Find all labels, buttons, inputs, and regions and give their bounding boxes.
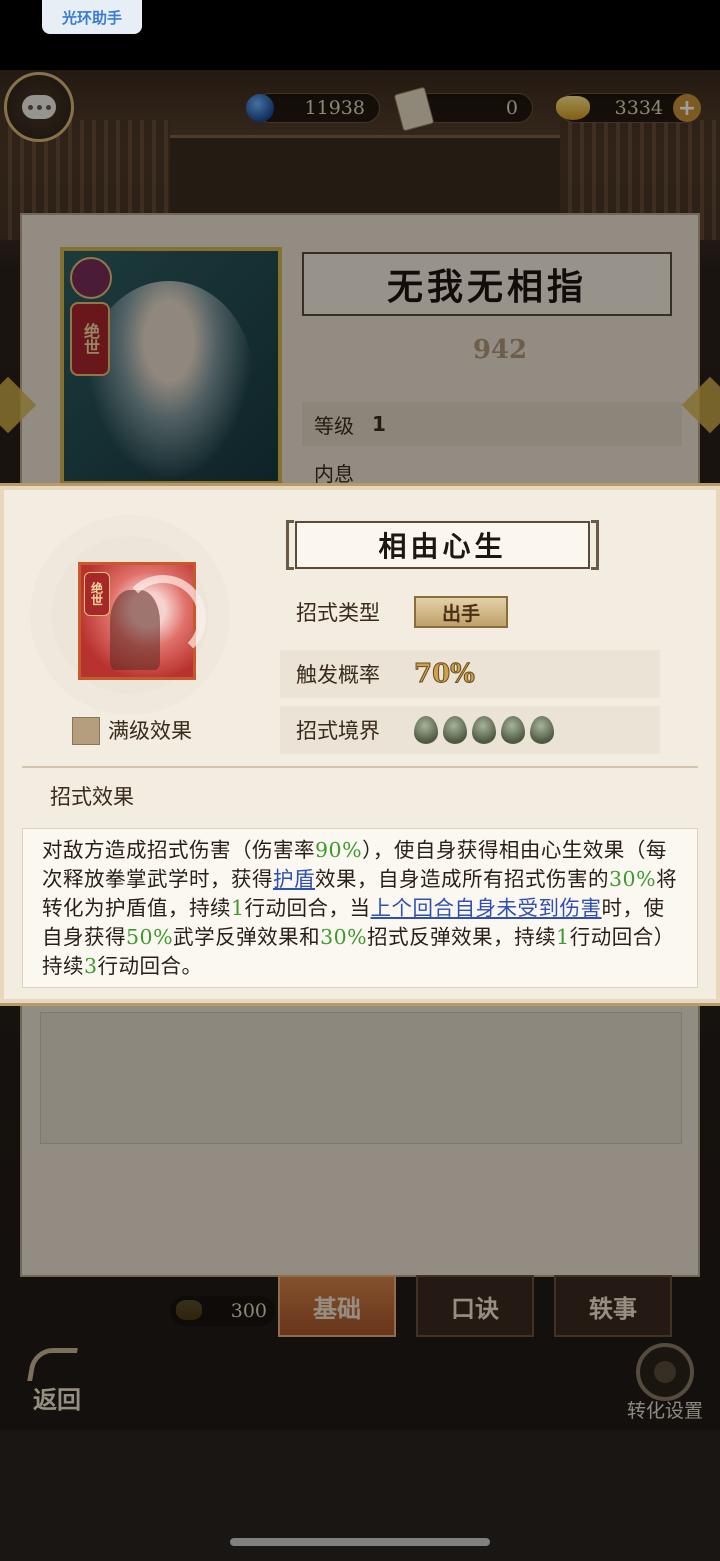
skill-effect-heading: 招式效果 xyxy=(50,785,134,809)
realm-drop-icon xyxy=(443,716,467,744)
helper-app-button[interactable]: 光环助手 xyxy=(42,0,142,34)
title-bracket-left xyxy=(286,520,294,570)
trigger-rate-value: 70% xyxy=(414,659,476,690)
skill-type-row: 招式类型 出手 xyxy=(280,588,660,636)
keyword-shield-link[interactable]: 护盾 xyxy=(273,867,315,891)
skill-type-label: 招式类型 xyxy=(296,601,380,625)
divider xyxy=(22,766,698,768)
max-level-label[interactable]: 满级效果 xyxy=(108,715,192,745)
skill-realm-label: 招式境界 xyxy=(296,719,380,743)
max-level-checkbox[interactable] xyxy=(72,717,100,745)
realm-level-indicator xyxy=(414,716,554,744)
realm-drop-icon xyxy=(530,716,554,744)
skill-swirl-icon xyxy=(120,575,206,661)
skill-name: 相由心生 xyxy=(295,521,590,569)
realm-drop-icon xyxy=(501,716,525,744)
skill-realm-row: 招式境界 xyxy=(280,706,660,754)
skill-tier-badge: 绝世 xyxy=(84,572,110,616)
keyword-condition-link[interactable]: 上个回合自身未受到伤害 xyxy=(371,896,602,920)
trigger-rate-row: 触发概率 70% xyxy=(280,650,660,698)
title-bracket-right xyxy=(591,520,599,570)
realm-drop-icon xyxy=(414,716,438,744)
skill-effect-description: 对敌方造成招式伤害（伤害率90%），使自身获得相由心生效果（每次释放拳掌武学时，… xyxy=(42,838,678,978)
trigger-rate-label: 触发概率 xyxy=(296,663,380,687)
realm-drop-icon xyxy=(472,716,496,744)
skill-type-badge: 出手 xyxy=(414,596,508,628)
